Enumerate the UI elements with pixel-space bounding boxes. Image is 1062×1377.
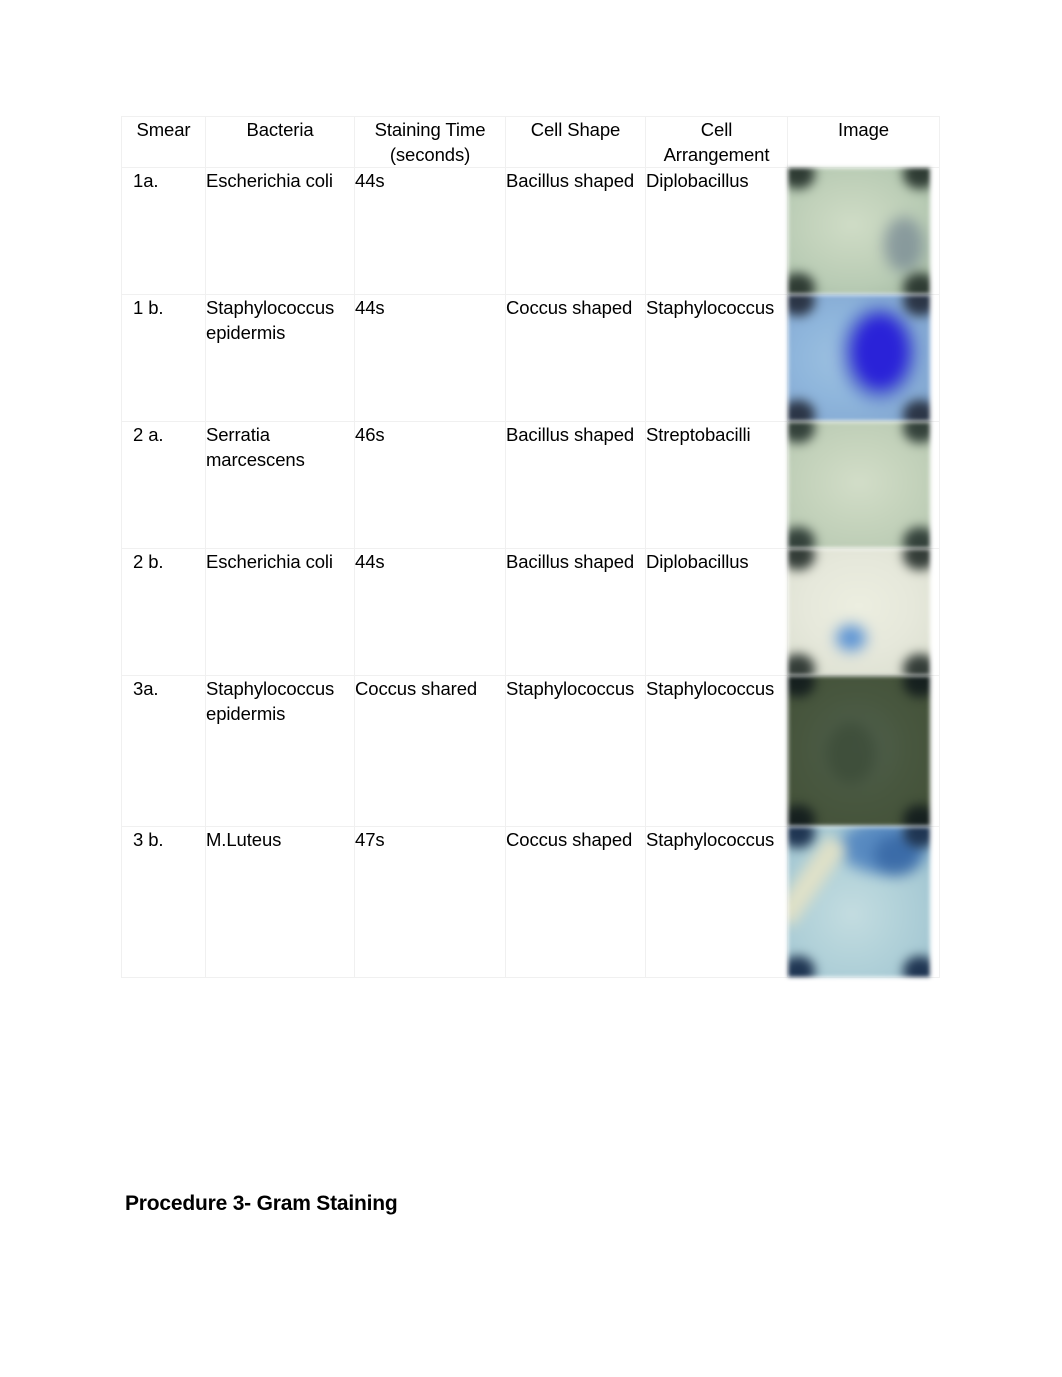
micrograph-image: [788, 676, 930, 826]
cell-staining-time: Coccus shared: [354, 675, 506, 827]
micrograph-accent: [884, 217, 924, 272]
column-header-staining-time-line2: (seconds): [389, 144, 471, 165]
micrograph-image: [788, 827, 930, 977]
column-header-staining-time: Staining Time (seconds): [354, 116, 506, 168]
cell-smear: 1a.: [121, 167, 206, 295]
micrograph-accent: [852, 315, 908, 389]
cell-cell-shape: Coccus shaped: [505, 294, 646, 422]
cell-cell-shape: Staphylococcus: [505, 675, 646, 827]
column-header-staining-time-line1: Staining Time: [374, 119, 486, 140]
cell-cell-shape: Coccus shaped: [505, 826, 646, 978]
column-header-cell-shape: Cell Shape: [505, 116, 646, 168]
cell-staining-time: 44s: [354, 167, 506, 295]
column-header-smear: Smear: [121, 116, 206, 168]
cell-image: [787, 167, 940, 295]
column-header-cell-arrangement-line1: Cell: [700, 119, 733, 140]
micrograph-image: [788, 295, 930, 421]
table-body: 1a. Escherichia coli 44s Bacillus shaped…: [121, 167, 940, 978]
table-row: 2 a. Serratia marcescens 46s Bacillus sh…: [121, 421, 940, 549]
cell-image: [787, 548, 940, 676]
cell-cell-arrangement: Streptobacilli: [645, 421, 788, 549]
cell-cell-shape: Bacillus shaped: [505, 421, 646, 549]
cell-cell-arrangement: Diplobacillus: [645, 548, 788, 676]
table-header-row: Smear Bacteria Staining Time (seconds) C…: [121, 116, 940, 168]
cell-staining-time: 47s: [354, 826, 506, 978]
column-header-image: Image: [787, 116, 940, 168]
cell-smear: 2 a.: [121, 421, 206, 549]
column-header-bacteria: Bacteria: [205, 116, 355, 168]
cell-cell-shape: Bacillus shaped: [505, 548, 646, 676]
column-header-cell-arrangement: Cell Arrangement: [645, 116, 788, 168]
table-row: 3 b. M.Luteus 47s Coccus shaped Staphylo…: [121, 826, 940, 978]
cell-cell-arrangement: Diplobacillus: [645, 167, 788, 295]
table-row: 1 b. Staphylococcus epidermis 44s Coccus…: [121, 294, 940, 422]
cell-smear: 3a.: [121, 675, 206, 827]
cell-cell-shape: Bacillus shaped: [505, 167, 646, 295]
cell-staining-time: 46s: [354, 421, 506, 549]
cell-staining-time: 44s: [354, 294, 506, 422]
cell-smear: 1 b.: [121, 294, 206, 422]
cell-smear: 2 b.: [121, 548, 206, 676]
gram-staining-results-table: Smear Bacteria Staining Time (seconds) C…: [121, 116, 940, 978]
results-table-container: Smear Bacteria Staining Time (seconds) C…: [121, 116, 940, 978]
cell-cell-arrangement: Staphylococcus: [645, 294, 788, 422]
micrograph-image: [788, 549, 930, 675]
micrograph-accent: [826, 722, 876, 784]
cell-image: [787, 826, 940, 978]
micrograph-accent: [836, 625, 866, 651]
cell-staining-time: 44s: [354, 548, 506, 676]
cell-cell-arrangement: Staphylococcus: [645, 826, 788, 978]
cell-bacteria: Serratia marcescens: [205, 421, 355, 549]
cell-bacteria: Staphylococcus epidermis: [205, 294, 355, 422]
micrograph-image: [788, 168, 930, 294]
cell-smear: 3 b.: [121, 826, 206, 978]
table-row: 2 b. Escherichia coli 44s Bacillus shape…: [121, 548, 940, 676]
table-row: 1a. Escherichia coli 44s Bacillus shaped…: [121, 167, 940, 295]
cell-image: [787, 421, 940, 549]
cell-bacteria: Escherichia coli: [205, 167, 355, 295]
table-row: 3a. Staphylococcus epidermis Coccus shar…: [121, 675, 940, 827]
cell-cell-arrangement: Staphylococcus: [645, 675, 788, 827]
section-heading-procedure-3: Procedure 3- Gram Staining: [125, 1192, 398, 1215]
cell-bacteria: Escherichia coli: [205, 548, 355, 676]
micrograph-image: [788, 422, 930, 548]
cell-bacteria: M.Luteus: [205, 826, 355, 978]
cell-image: [787, 294, 940, 422]
cell-image: [787, 675, 940, 827]
column-header-cell-arrangement-line2: Arrangement: [663, 144, 770, 165]
document-page: Smear Bacteria Staining Time (seconds) C…: [0, 0, 1062, 1377]
cell-bacteria: Staphylococcus epidermis: [205, 675, 355, 827]
table-header: Smear Bacteria Staining Time (seconds) C…: [121, 116, 940, 168]
